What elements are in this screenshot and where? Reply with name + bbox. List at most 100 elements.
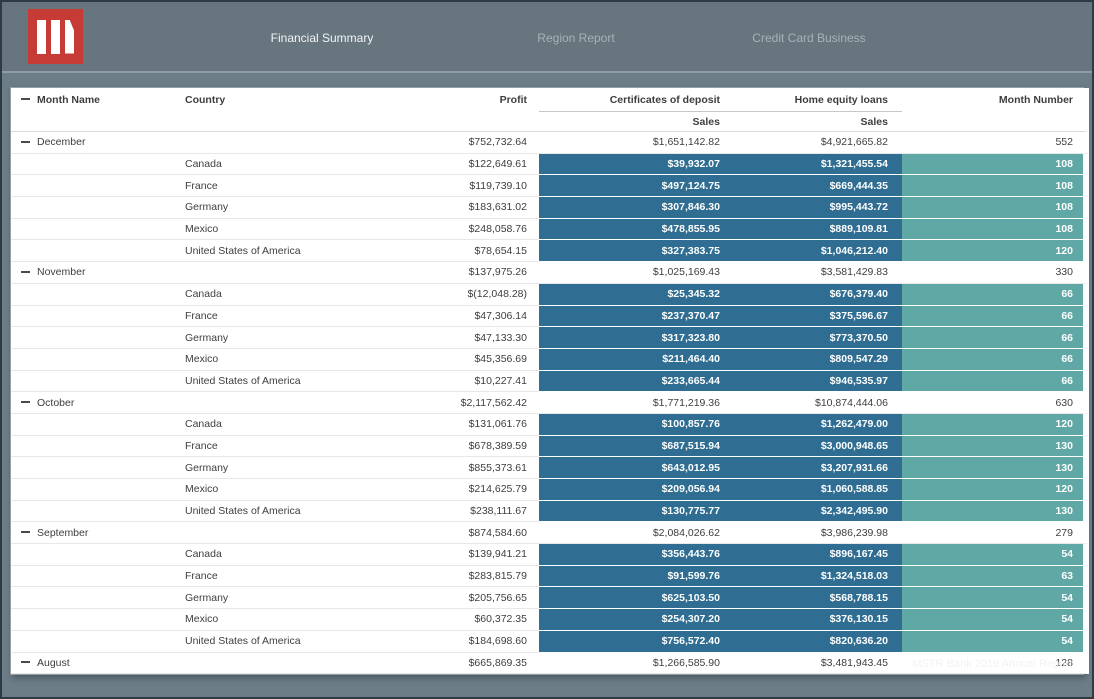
cod-sales-cell: $25,345.32 xyxy=(539,284,734,306)
country-detail-row[interactable]: France $678,389.59 $687,515.94 $3,000,94… xyxy=(11,436,1089,458)
report-footer-label: MSTR Bank 2019 Annual Report xyxy=(912,658,1072,670)
hel-sales-cell: $3,207,931.66 xyxy=(734,457,902,479)
country-detail-row[interactable]: Germany $205,756.65 $625,103.50 $568,788… xyxy=(11,587,1089,609)
column-header-certificates-of-deposit[interactable]: Certificates of deposit xyxy=(539,88,734,112)
country-detail-row[interactable]: Mexico $248,058.76 $478,855.95 $889,109.… xyxy=(11,219,1089,241)
month-total-row[interactable]: September $874,584.60 $2,084,026.62 $3,9… xyxy=(11,522,1089,544)
country-detail-row[interactable]: Mexico $214,625.79 $209,056.94 $1,060,58… xyxy=(11,479,1089,501)
collapse-icon[interactable] xyxy=(21,531,30,533)
subheader-cod-sales[interactable]: Sales xyxy=(539,112,734,132)
country-cell: Canada xyxy=(181,154,341,176)
month-name-cell: August xyxy=(11,653,181,675)
cod-sales-total-cell: $2,084,026.62 xyxy=(539,522,734,544)
country-detail-row[interactable]: France $283,815.79 $91,599.76 $1,324,518… xyxy=(11,566,1089,588)
header-divider xyxy=(2,71,1092,73)
collapse-icon[interactable] xyxy=(21,271,30,273)
country-detail-row[interactable]: France $47,306.14 $237,370.47 $375,596.6… xyxy=(11,306,1089,328)
hel-sales-total-cell: $3,581,429.83 xyxy=(734,262,902,284)
country-detail-row[interactable]: United States of America $184,698.60 $75… xyxy=(11,631,1089,653)
country-detail-row[interactable]: Germany $47,133.30 $317,323.80 $773,370.… xyxy=(11,327,1089,349)
mstr-bank-logo-icon[interactable] xyxy=(28,9,83,64)
country-detail-row[interactable]: United States of America $238,111.67 $13… xyxy=(11,501,1089,523)
country-detail-row[interactable]: United States of America $78,654.15 $327… xyxy=(11,240,1089,262)
subheader-hel-sales[interactable]: Sales xyxy=(734,112,902,132)
top-bar: Financial Summary Region Report Credit C… xyxy=(2,2,1092,71)
collapse-icon[interactable] xyxy=(21,401,30,403)
country-cell xyxy=(181,653,341,675)
country-detail-row[interactable]: Germany $855,373.61 $643,012.95 $3,207,9… xyxy=(11,457,1089,479)
cod-sales-cell: $643,012.95 xyxy=(539,457,734,479)
month-number-cell: 66 xyxy=(902,327,1089,349)
country-detail-row[interactable]: Canada $131,061.76 $100,857.76 $1,262,47… xyxy=(11,414,1089,436)
empty-subheader xyxy=(181,112,341,132)
country-cell: Mexico xyxy=(181,609,341,631)
country-cell: Germany xyxy=(181,587,341,609)
month-total-row[interactable]: December $752,732.64 $1,651,142.82 $4,92… xyxy=(11,132,1089,154)
column-header-month-name[interactable]: Month Name xyxy=(11,88,181,112)
month-name-cell xyxy=(11,544,181,566)
hel-sales-cell: $2,342,495.90 xyxy=(734,501,902,523)
month-number-total-cell: 279 xyxy=(902,522,1089,544)
country-detail-row[interactable]: United States of America $10,227.41 $233… xyxy=(11,371,1089,393)
hel-sales-cell: $1,060,588.85 xyxy=(734,479,902,501)
country-detail-row[interactable]: Canada $139,941.21 $356,443.76 $896,167.… xyxy=(11,544,1089,566)
month-number-cell: 130 xyxy=(902,457,1089,479)
profit-cell: $47,133.30 xyxy=(341,327,539,349)
month-name-cell xyxy=(11,609,181,631)
month-name-cell xyxy=(11,436,181,458)
country-detail-row[interactable]: Canada $122,649.61 $39,932.07 $1,321,455… xyxy=(11,154,1089,176)
profit-cell: $10,227.41 xyxy=(341,371,539,393)
month-number-cell: 54 xyxy=(902,609,1089,631)
month-name-cell xyxy=(11,349,181,371)
profit-cell: $855,373.61 xyxy=(341,457,539,479)
grid-panel: Month Name Country Profit Certificates o… xyxy=(10,87,1084,675)
financial-grid: Month Name Country Profit Certificates o… xyxy=(11,88,1089,674)
column-header-profit[interactable]: Profit xyxy=(341,88,539,112)
column-label: Month Name xyxy=(37,94,100,106)
grid-header-row: Month Name Country Profit Certificates o… xyxy=(11,88,1089,112)
country-detail-row[interactable]: Germany $183,631.02 $307,846.30 $995,443… xyxy=(11,197,1089,219)
collapse-icon[interactable] xyxy=(21,98,30,100)
month-name-cell xyxy=(11,327,181,349)
country-detail-row[interactable]: France $119,739.10 $497,124.75 $669,444.… xyxy=(11,175,1089,197)
country-cell: United States of America xyxy=(181,501,341,523)
collapse-icon[interactable] xyxy=(21,661,30,663)
country-cell: France xyxy=(181,175,341,197)
profit-cell: $119,739.10 xyxy=(341,175,539,197)
hel-sales-total-cell: $4,921,665.82 xyxy=(734,132,902,154)
month-number-cell: 120 xyxy=(902,479,1089,501)
country-detail-row[interactable]: Canada $(12,048.28) $25,345.32 $676,379.… xyxy=(11,284,1089,306)
cod-sales-cell: $237,370.47 xyxy=(539,306,734,328)
month-number-cell: 130 xyxy=(902,501,1089,523)
hel-sales-cell: $773,370.50 xyxy=(734,327,902,349)
column-header-country[interactable]: Country xyxy=(181,88,341,112)
cod-sales-cell: $91,599.76 xyxy=(539,566,734,588)
dashboard-window: Financial Summary Region Report Credit C… xyxy=(0,0,1094,699)
collapse-icon[interactable] xyxy=(21,141,30,143)
tab-credit-card-business[interactable]: Credit Card Business xyxy=(752,31,865,45)
month-total-row[interactable]: November $137,975.26 $1,025,169.43 $3,58… xyxy=(11,262,1089,284)
cod-sales-cell: $39,932.07 xyxy=(539,154,734,176)
column-header-month-number[interactable]: Month Number xyxy=(902,88,1089,112)
month-name-cell xyxy=(11,371,181,393)
hel-sales-cell: $676,379.40 xyxy=(734,284,902,306)
month-name-cell xyxy=(11,501,181,523)
empty-subheader xyxy=(11,112,181,132)
hel-sales-cell: $568,788.15 xyxy=(734,587,902,609)
tab-financial-summary[interactable]: Financial Summary xyxy=(271,31,374,45)
country-detail-row[interactable]: Mexico $45,356.69 $211,464.40 $809,547.2… xyxy=(11,349,1089,371)
cod-sales-total-cell: $1,266,585.90 xyxy=(539,653,734,675)
tab-region-report[interactable]: Region Report xyxy=(537,31,614,45)
country-cell: Canada xyxy=(181,414,341,436)
hel-sales-cell: $669,444.35 xyxy=(734,175,902,197)
column-header-home-equity-loans[interactable]: Home equity loans xyxy=(734,88,902,112)
cod-sales-cell: $317,323.80 xyxy=(539,327,734,349)
month-number-cell: 66 xyxy=(902,284,1089,306)
cod-sales-cell: $209,056.94 xyxy=(539,479,734,501)
country-detail-row[interactable]: Mexico $60,372.35 $254,307.20 $376,130.1… xyxy=(11,609,1089,631)
hel-sales-cell: $809,547.29 xyxy=(734,349,902,371)
month-total-row[interactable]: October $2,117,562.42 $1,771,219.36 $10,… xyxy=(11,392,1089,414)
hel-sales-total-cell: $3,481,943.45 xyxy=(734,653,902,675)
empty-subheader xyxy=(341,112,539,132)
cod-sales-cell: $233,665.44 xyxy=(539,371,734,393)
